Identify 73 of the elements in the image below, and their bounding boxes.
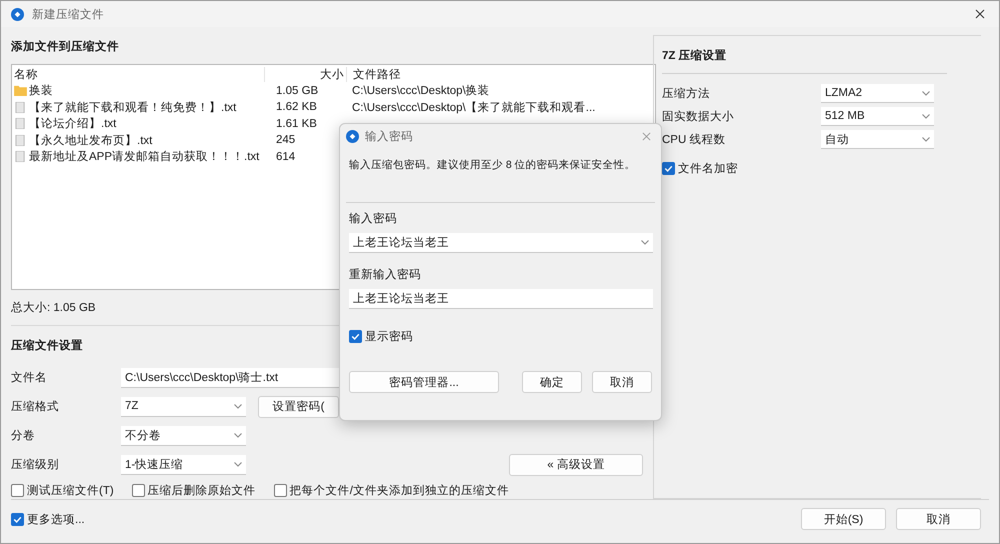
cancel-button[interactable]: 取消 — [896, 508, 981, 530]
file-name[interactable]: 【永久地址发布页】.txt — [29, 132, 152, 148]
checkbox-label: 测试压缩文件(T) — [27, 484, 114, 498]
chevron-down-icon — [922, 136, 930, 142]
ok-button[interactable]: 确定 — [522, 371, 582, 393]
set-password-button[interactable]: 设置密码( — [258, 396, 339, 418]
file-name[interactable]: 最新地址及APP请发邮箱自动获取！！！.txt — [29, 149, 260, 164]
dropdown[interactable]: LZMA2 — [821, 84, 934, 103]
file-name[interactable]: 【来了就能下载和观看！纯免费！】.txt — [29, 100, 236, 115]
file-size: 614 — [276, 150, 296, 163]
file-name[interactable]: 换装 — [29, 83, 53, 98]
checkbox[interactable] — [662, 162, 675, 175]
folder-icon — [14, 85, 27, 96]
checkbox-label: 更多选项... — [27, 512, 85, 526]
field-label: 固实数据大小 — [662, 109, 735, 124]
dropdown[interactable]: 7Z — [121, 396, 246, 416]
app-logo-icon — [11, 8, 24, 20]
chevron-down-icon — [234, 432, 242, 438]
field-label: 压缩级别 — [11, 458, 60, 472]
file-size: 1.05 GB — [276, 84, 318, 97]
start-button[interactable]: 开始(S) — [801, 508, 886, 530]
field-label: 文件名 — [11, 370, 48, 385]
checkbox[interactable] — [132, 484, 145, 497]
advanced-settings-button[interactable]: « 高级设置 — [509, 454, 643, 476]
chevron-down-icon — [234, 404, 242, 408]
section-heading: 添加文件到压缩文件 — [11, 39, 120, 54]
document-icon — [14, 118, 27, 130]
file-size: 1.62 KB — [276, 101, 317, 114]
section-heading: 压缩文件设置 — [11, 338, 84, 353]
checkbox[interactable] — [349, 330, 362, 343]
checkbox-label: 显示密码 — [365, 329, 413, 344]
chevron-down-icon — [922, 114, 930, 118]
field-label: 输入密码 — [349, 211, 398, 226]
column-header[interactable]: 大小 — [265, 66, 347, 82]
dialog-message: 输入压缩包密码。建议使用至少 8 位的密码来保证安全性。 — [349, 158, 637, 173]
checkbox[interactable] — [274, 484, 287, 497]
document-icon — [14, 134, 27, 146]
file-path: C:\Users\ccc\Desktop\换装 — [352, 85, 490, 98]
cancel-button[interactable]: 取消 — [592, 371, 652, 393]
field-label: 分卷 — [11, 428, 36, 443]
chevron-down-icon — [922, 90, 930, 96]
dropdown[interactable]: 512 MB — [821, 107, 934, 126]
field-label: 压缩方法 — [662, 86, 711, 101]
field-label: CPU 线程数 — [662, 132, 726, 147]
chevron-down-icon — [234, 462, 242, 466]
checkbox-label: 把每个文件/文件夹添加到独立的压缩文件 — [290, 483, 509, 498]
checkbox[interactable] — [11, 512, 24, 526]
confirm-password-field[interactable]: 上老王论坛当老王 — [349, 289, 653, 309]
file-size: 1.61 KB — [276, 118, 317, 130]
dropdown[interactable]: 不分卷 — [121, 426, 246, 446]
column-header[interactable]: 名称 — [14, 66, 265, 82]
app-logo-icon — [346, 130, 359, 142]
document-icon — [14, 151, 27, 162]
document-icon — [14, 102, 27, 113]
section-heading: 7Z 压缩设置 — [662, 48, 728, 63]
dialog-title: 输入密码 — [365, 129, 413, 144]
dropdown[interactable]: 自动 — [821, 130, 934, 149]
file-name[interactable]: 【论坛介绍】.txt — [29, 116, 116, 132]
field-label: 压缩格式 — [11, 400, 60, 414]
chevron-down-icon — [641, 240, 649, 245]
checkbox-label: 文件名加密 — [678, 161, 738, 176]
column-header[interactable]: 文件路径 — [347, 66, 401, 82]
checkbox[interactable] — [11, 484, 24, 497]
checkbox-label: 压缩后删除原始文件 — [148, 484, 256, 498]
file-size: 245 — [276, 134, 296, 146]
field-label: 重新输入密码 — [349, 267, 422, 282]
password-field[interactable]: 上老王论坛当老王 — [349, 233, 653, 253]
window-title: 新建压缩文件 — [32, 7, 104, 22]
password-manager-button[interactable]: 密码管理器... — [349, 371, 499, 393]
total-size: 总大小: 1.05 GB — [11, 300, 97, 315]
dropdown[interactable]: 1-快速压缩 — [121, 454, 246, 474]
close-icon[interactable] — [975, 9, 985, 19]
file-path: C:\Users\ccc\Desktop\【来了就能下载和观看... — [352, 102, 596, 114]
